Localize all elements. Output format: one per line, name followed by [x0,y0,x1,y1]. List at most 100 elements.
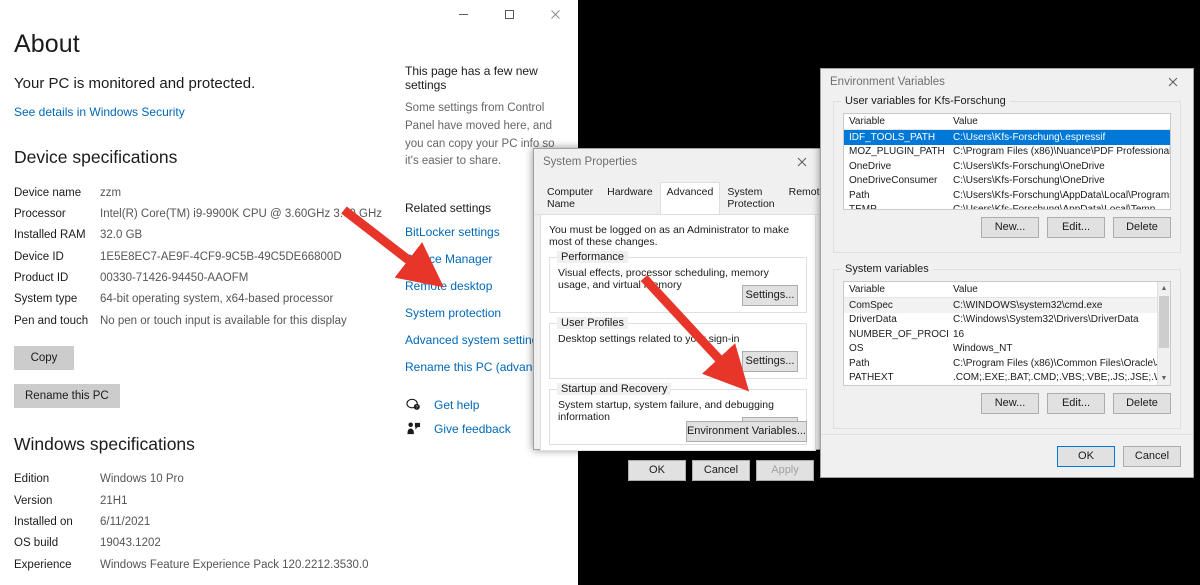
device-spec-row: Device ID 1E5E8EC7-AE9F-4CF9-9C5B-49C5DE6… [14,246,382,267]
tab-system-protection[interactable]: System Protection [720,182,781,214]
edit-button[interactable]: Edit... [1047,393,1105,414]
footer-divider [821,434,1193,435]
minimize-icon[interactable] [440,0,486,29]
copy-device-specs-button[interactable]: Copy [14,345,74,370]
variable-name-cell: OS [849,343,864,355]
table-row[interactable]: OS Windows_NT [844,342,1157,357]
get-help-icon: ? [405,396,422,413]
scrollbar-thumb[interactable] [1159,296,1169,348]
system-variables-list[interactable]: Variable Value ComSpec C:\WINDOWS\system3… [843,281,1171,386]
tab-computer-name[interactable]: Computer Name [540,182,600,214]
variable-value-cell: C:\Users\Kfs-Forschung\OneDrive [953,175,1105,187]
system-variables-group: System variables Variable Value ComSpec C… [833,263,1181,429]
windows-spec-value: 6/11/2021 [100,515,151,528]
close-icon[interactable] [1153,69,1193,95]
variable-name-cell: DriverData [849,314,897,326]
column-header-variable: Variable [849,284,885,295]
table-row[interactable]: NUMBER_OF_PROCESSORS 16 [844,327,1157,342]
system-properties-tabs: Computer Name Hardware Advanced System Prot… [534,175,825,215]
settings-button[interactable]: Settings... [742,285,798,306]
scroll-up-icon[interactable]: ▲ [1158,282,1170,295]
environment-variables-button[interactable]: Environment Variables... [685,421,807,442]
table-row[interactable]: ComSpec C:\WINDOWS\system32\cmd.exe [844,298,1157,313]
system-variables-buttons: New... Edit... Delete [843,393,1171,414]
close-icon[interactable] [782,149,822,175]
close-icon[interactable] [532,0,578,29]
device-specifications-table: Device name zzm Processor Intel(R) Core(TM)… [14,182,382,332]
new-button[interactable]: New... [981,217,1039,238]
device-specifications-heading: Device specifications [14,147,178,167]
help-link-label[interactable]: Get help [434,398,479,412]
system-properties-advanced-panel: You must be logged on as an Administrato… [540,215,816,451]
ok-button[interactable]: OK [628,460,686,481]
table-row[interactable]: MOZ_PLUGIN_PATH C:\Program Files (x86)\Nu… [844,145,1170,160]
tab-hardware[interactable]: Hardware [600,182,660,214]
variable-name-cell: ComSpec [849,299,893,311]
system-properties-titlebar[interactable]: System Properties [534,149,822,175]
system-properties-footer: OK Cancel Apply [534,451,822,481]
new-button[interactable]: New... [981,393,1039,414]
environment-variables-titlebar[interactable]: Environment Variables [821,69,1193,95]
variable-value-cell: C:\Users\Kfs-Forschung\.espressif [953,131,1106,143]
cancel-button[interactable]: Cancel [692,460,750,481]
device-spec-key: Pen and touch [14,314,89,327]
delete-button[interactable]: Delete [1113,217,1171,238]
table-row[interactable]: TEMP C:\Users\Kfs-Forschung\AppData\Local… [844,203,1170,210]
table-row[interactable]: PATHEXT .COM;.EXE;.BAT;.CMD;.VBS;.VBE;.JS… [844,371,1157,386]
user-variables-header: Variable Value [844,114,1170,130]
user-variables-list[interactable]: Variable Value IDF_TOOLS_PATH C:\Users\Kf… [843,113,1171,210]
table-row[interactable]: Path C:\Program Files (x86)\Common Files\… [844,356,1157,371]
variable-name-cell: Path [849,357,870,369]
windows-spec-key: Version [14,494,53,507]
windows-spec-row: OS build 19043.1202 [14,533,369,554]
ok-button[interactable]: OK [1057,446,1115,467]
system-properties-title: System Properties [543,156,637,168]
windows-spec-key: Installed on [14,515,73,528]
tab-advanced[interactable]: Advanced [659,182,721,214]
cancel-button[interactable]: Cancel [1123,446,1181,467]
windows-specifications-heading: Windows specifications [14,433,195,454]
windows-spec-row: Edition Windows 10 Pro [14,469,369,490]
group-legend: Startup and Recovery [557,383,672,395]
table-row[interactable]: DriverData C:\Windows\System32\Drivers\Dr… [844,313,1157,328]
variable-name-cell: TEMP [849,204,877,210]
column-header-variable: Variable [849,116,885,127]
group-legend: Performance [557,251,628,263]
settings-button[interactable]: Settings... [742,351,798,372]
group-user-profiles: User Profiles Desktop settings related to… [549,317,807,379]
variable-value-cell: C:\WINDOWS\system32\cmd.exe [953,299,1103,311]
rename-this-pc-button[interactable]: Rename this PC [14,383,120,408]
device-spec-value: No pen or touch input is available for t… [100,314,347,327]
table-row[interactable]: OneDriveConsumer C:\Users\Kfs-Forschung\O… [844,174,1170,189]
system-variables-scrollbar[interactable]: ▲ ▼ [1157,282,1170,385]
variable-name-cell: MOZ_PLUGIN_PATH [849,146,945,158]
variable-value-cell: C:\Users\Kfs-Forschung\AppData\Local\Pro… [953,189,1170,201]
table-row[interactable]: OneDrive C:\Users\Kfs-Forschung\OneDrive [844,159,1170,174]
device-spec-row: Pen and touch No pen or touch input is av… [14,310,382,331]
windows-spec-value: 21H1 [100,494,128,507]
system-variables-header: Variable Value [844,282,1170,298]
maximize-icon[interactable] [486,0,532,29]
windows-spec-row: Version 21H1 [14,490,369,511]
environment-variables-footer: OK Cancel [1057,446,1181,467]
scroll-down-icon[interactable]: ▼ [1158,372,1170,385]
edit-button[interactable]: Edit... [1047,217,1105,238]
variable-value-cell: C:\Program Files (x86)\Common Files\Orac… [953,357,1157,369]
variable-value-cell: 16 [953,328,965,340]
table-row[interactable]: PROCESSOR_ARCHITECTU...AMD64 [844,385,1157,386]
device-spec-row: Processor Intel(R) Core(TM) i9-9900K CPU … [14,203,382,224]
device-spec-value: zzm [100,186,122,199]
help-link-label[interactable]: Give feedback [434,422,511,436]
windows-specifications-table: Edition Windows 10 Pro Version 21H1 Installe… [14,469,369,576]
variable-value-cell: C:\Windows\System32\Drivers\DriverData [953,314,1139,326]
windows-spec-value: Windows Feature Experience Pack 120.2212… [100,558,369,571]
column-header-value: Value [953,116,978,127]
delete-button[interactable]: Delete [1113,393,1171,414]
about-page-content: About Your PC is monitored and protected… [0,0,400,585]
variable-value-cell: C:\Users\Kfs-Forschung\OneDrive [953,160,1105,172]
table-row[interactable]: Path C:\Users\Kfs-Forschung\AppData\Local… [844,188,1170,203]
table-row[interactable]: IDF_TOOLS_PATH C:\Users\Kfs-Forschung\.es… [844,130,1170,145]
device-spec-value: 32.0 GB [100,229,143,242]
windows-security-link[interactable]: See details in Windows Security [14,105,185,119]
variable-name-cell: OneDriveConsumer [849,175,938,187]
